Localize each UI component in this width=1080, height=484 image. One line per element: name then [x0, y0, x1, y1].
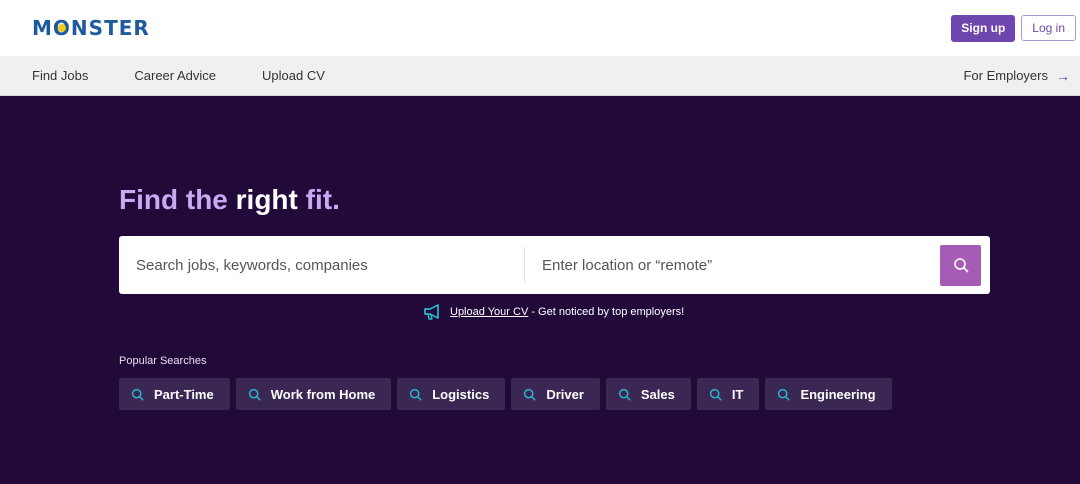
chip-label: Engineering [800, 386, 876, 402]
search-icon [524, 388, 536, 401]
chip-label: IT [731, 386, 744, 402]
search-icon [618, 388, 631, 401]
location-input[interactable]: Enter location or “remote” [525, 247, 940, 283]
hero-title-part1: Find the [119, 184, 236, 215]
upload-cv-promo: Upload Your CV - Get noticed by top empl… [423, 303, 684, 321]
search-icon [248, 388, 261, 401]
hero-title: Find the right fit. [119, 184, 340, 216]
monster-logo[interactable]: MONSTER [32, 16, 150, 40]
popular-chip-logistics[interactable]: Logistics [397, 378, 506, 410]
popular-chip-sales[interactable]: Sales [605, 378, 691, 410]
hero-section: Find the right fit. Search jobs, keyword… [0, 96, 1080, 484]
chip-label: Part-Time [154, 386, 214, 402]
signup-button[interactable]: Sign up [951, 14, 1016, 42]
site-header: MONSTER Sign up Log in [0, 0, 1080, 56]
nav-career-advice[interactable]: Career Advice [134, 68, 216, 83]
nav-upload-cv[interactable]: Upload CV [262, 68, 325, 83]
popular-chip-part-time[interactable]: Part-Time [119, 378, 230, 410]
search-icon [953, 258, 968, 273]
chip-label: Sales [640, 386, 675, 402]
search-icon [131, 388, 144, 401]
chip-label: Work from Home [270, 386, 376, 402]
popular-chip-it[interactable]: IT [696, 378, 760, 410]
upload-cv-link[interactable]: Upload Your CV [450, 306, 528, 318]
logo-text: MONSTER [32, 16, 150, 40]
search-icon [778, 388, 790, 401]
for-employers-label: For Employers [963, 68, 1048, 83]
nav-links: Find Jobs Career Advice Upload CV [32, 68, 325, 83]
main-nav: Find Jobs Career Advice Upload CV For Em… [0, 56, 1080, 96]
job-search-form: Search jobs, keywords, companies Enter l… [119, 236, 990, 294]
upload-cv-suffix: - Get noticed by top employers! [528, 306, 685, 318]
megaphone-icon [424, 304, 439, 320]
chip-label: Logistics [432, 386, 490, 402]
auth-buttons: Sign up Log in [951, 14, 1076, 42]
popular-chip-work-from-home[interactable]: Work from Home [235, 378, 392, 410]
popular-searches-label: Popular Searches [119, 355, 207, 367]
login-button[interactable]: Log in [1021, 15, 1076, 41]
keyword-search-input[interactable]: Search jobs, keywords, companies [119, 247, 525, 283]
arrow-right-icon: → [1056, 67, 1070, 84]
nav-find-jobs[interactable]: Find Jobs [32, 68, 88, 83]
search-button[interactable] [940, 244, 981, 286]
popular-searches: Part-Time Work from Home Logistics Drive… [119, 378, 892, 410]
for-employers-link[interactable]: For Employers → [963, 68, 1070, 84]
hero-title-part2: fit. [297, 184, 340, 215]
hero-title-strong: right [235, 184, 298, 215]
search-icon [410, 388, 422, 401]
chip-label: Driver [546, 386, 584, 402]
popular-chip-engineering[interactable]: Engineering [765, 378, 892, 410]
popular-chip-driver[interactable]: Driver [511, 378, 600, 410]
search-icon [709, 388, 722, 401]
